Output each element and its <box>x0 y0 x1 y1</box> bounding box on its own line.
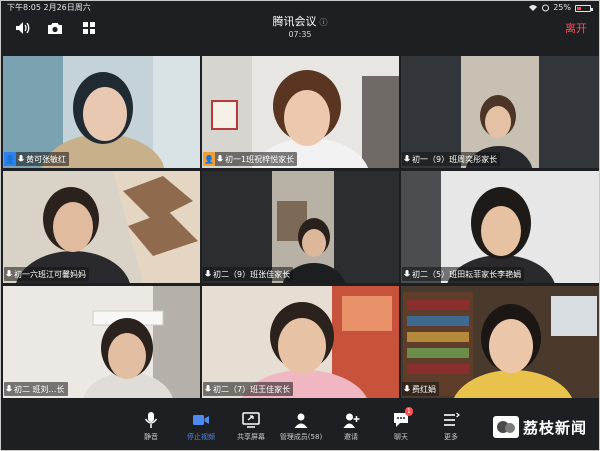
mic-icon <box>215 152 225 166</box>
participant-name-badge: 费红娟 <box>402 382 439 396</box>
status-bar: 下午8:05 2月26日周六 25% <box>1 1 599 15</box>
status-indicators: 25% <box>528 1 593 15</box>
video-tile-active-speaker[interactable]: 费红娟 <box>401 286 599 398</box>
mic-icon <box>402 382 412 396</box>
participant-name: 初一六班江可馨妈妈 <box>14 269 86 279</box>
chat-button[interactable]: 1 聊天 <box>378 407 424 442</box>
participant-name: 初二 班刘…长 <box>14 384 65 394</box>
more-label: 更多 <box>444 433 458 441</box>
video-tile[interactable]: 初一六班江可馨妈妈 <box>3 171 200 283</box>
mic-icon <box>144 412 158 428</box>
status-time: 下午8:05 2月26日周六 <box>7 3 91 12</box>
mic-icon <box>402 152 412 166</box>
mic-icon <box>4 382 14 396</box>
battery-percent: 25% <box>553 3 571 12</box>
mute-label: 静音 <box>144 433 158 441</box>
meeting-header: 腾讯会议 ⓘ 07:35 离开 <box>1 15 599 45</box>
chat-unread-badge: 1 <box>405 407 413 416</box>
mic-icon <box>203 267 213 281</box>
video-tile[interactable]: 初二（7）班王佳家长 <box>202 286 399 398</box>
stop-video-button[interactable]: 停止视频 <box>178 411 224 442</box>
invite-label: 邀请 <box>344 433 358 441</box>
wifi-icon <box>529 5 538 11</box>
meeting-timer: 07:35 <box>288 30 312 39</box>
members-icon <box>294 413 308 428</box>
invite-button[interactable]: 邀请 <box>328 411 374 442</box>
participant-name-badge: 初一六班江可馨妈妈 <box>4 267 89 281</box>
participant-name-badge: 初一（9）班周奕彤家长 <box>402 152 501 166</box>
manage-members-label: 管理成员(58) <box>279 433 323 441</box>
invite-icon <box>343 413 360 428</box>
participant-name-badge: 初二 班刘…长 <box>4 382 68 396</box>
participant-name: 黄可张敏红 <box>26 154 66 164</box>
cohost-icon: 👤 <box>203 152 215 166</box>
mute-button[interactable]: 静音 <box>128 411 174 442</box>
battery-icon <box>575 4 593 12</box>
lizhi-logo <box>492 416 519 438</box>
mic-icon <box>203 382 213 396</box>
share-screen-label: 共享屏幕 <box>237 433 265 441</box>
stop-video-label: 停止视频 <box>187 433 215 441</box>
participant-name-badge: 初二（5）班田耘菲家长李艳娟 <box>402 267 525 281</box>
participant-name: 初一1班祝梓悦家长 <box>225 154 295 164</box>
manage-members-button[interactable]: 管理成员(58) <box>278 411 324 442</box>
participant-name: 初二（5）班田耘菲家长李艳娟 <box>412 269 522 279</box>
meeting-toolbar: 静音 停止视频 共享屏幕 管理成员(58) 邀请 1 聊天 更多 荔枝新闻 <box>1 401 599 450</box>
info-icon[interactable]: ⓘ <box>320 18 328 27</box>
participant-name-badge: 👤 黄可张敏红 <box>4 152 69 166</box>
video-tile[interactable]: 👤 初一1班祝梓悦家长 <box>202 56 399 168</box>
participant-name: 初二（7）班王佳家长 <box>213 384 291 394</box>
video-icon <box>193 415 209 425</box>
mic-icon <box>402 267 412 281</box>
mic-icon <box>16 152 26 166</box>
video-tile[interactable]: 初二 班刘…长 <box>3 286 200 398</box>
app-window: 下午8:05 2月26日周六 25% 腾讯会议 ⓘ 07:35 离开 👤 黄可张… <box>0 0 600 451</box>
video-tile[interactable]: 初二（5）班田耘菲家长李艳娟 <box>401 171 599 283</box>
video-grid: 👤 黄可张敏红 👤 初一1班祝梓悦家长 初一（9）班周奕彤家长 初一六班江可馨妈… <box>3 56 599 398</box>
mic-icon <box>4 267 14 281</box>
watermark-text: 荔枝新闻 <box>522 418 587 437</box>
host-icon: 👤 <box>4 152 16 166</box>
participant-name: 初二（9）班张佳家长 <box>213 269 291 279</box>
participant-name: 费红娟 <box>412 384 436 394</box>
meeting-title[interactable]: 腾讯会议 ⓘ <box>1 15 599 30</box>
news-watermark: 荔枝新闻 <box>492 416 587 438</box>
participant-name-badge: 👤 初一1班祝梓悦家长 <box>203 152 298 166</box>
participant-name: 初一（9）班周奕彤家长 <box>412 154 498 164</box>
orientation-lock-icon <box>542 4 550 12</box>
more-icon <box>444 412 460 426</box>
video-tile[interactable]: 初二（9）班张佳家长 <box>202 171 399 283</box>
leave-button[interactable]: 离开 <box>565 20 587 36</box>
more-button[interactable]: 更多 <box>428 411 474 442</box>
share-screen-icon <box>242 412 260 428</box>
participant-name-badge: 初二（7）班王佳家长 <box>203 382 294 396</box>
meeting-title-text: 腾讯会议 <box>272 15 317 28</box>
share-screen-button[interactable]: 共享屏幕 <box>228 411 274 442</box>
video-tile[interactable]: 初一（9）班周奕彤家长 <box>401 56 599 168</box>
video-tile[interactable]: 👤 黄可张敏红 <box>3 56 200 168</box>
participant-name-badge: 初二（9）班张佳家长 <box>203 267 294 281</box>
chat-label: 聊天 <box>394 433 408 441</box>
